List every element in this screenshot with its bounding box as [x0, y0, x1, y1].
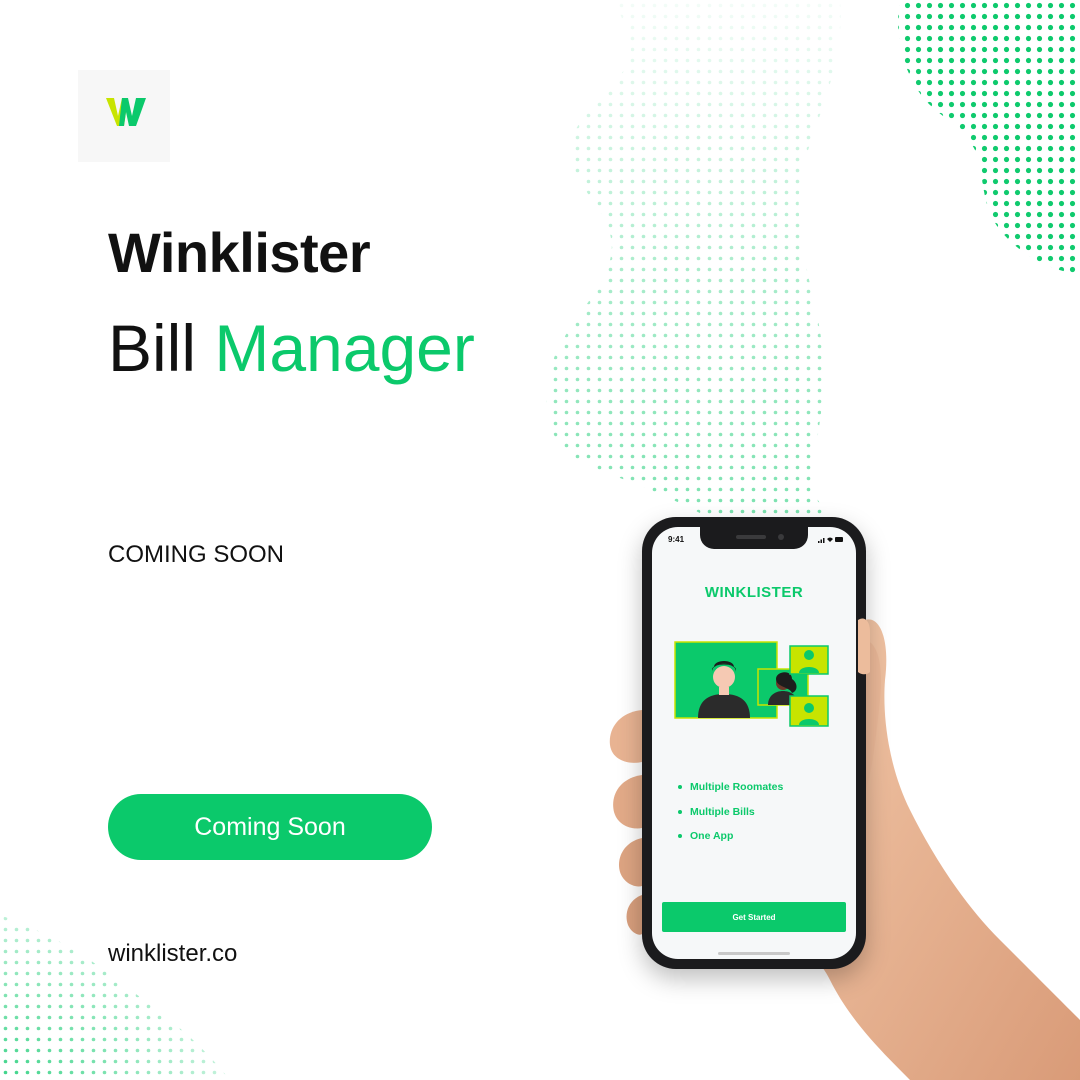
winklister-logo-icon — [106, 98, 146, 126]
status-bar-icons — [818, 537, 843, 543]
logo — [78, 70, 170, 162]
list-item: Multiple Bills — [678, 800, 783, 825]
headline-word-manager: Manager — [214, 311, 475, 385]
coming-soon-label: COMING SOON — [108, 541, 285, 568]
phone-notch — [700, 527, 808, 549]
app-title: WINKLISTER — [704, 584, 804, 601]
speaker-grille — [736, 535, 766, 539]
home-indicator — [718, 952, 790, 955]
list-item: One App — [678, 824, 783, 849]
thumb-image — [858, 618, 870, 675]
status-time: 9:41 — [668, 535, 685, 544]
get-started-button[interactable]: Get Started — [662, 902, 846, 932]
brand-title: Winklister — [108, 221, 371, 284]
phone-mockup: 9:41 WINKLISTER Multiple Roomates Multip… — [642, 517, 866, 969]
bullet-icon — [678, 785, 682, 790]
bullet-icon — [678, 809, 682, 814]
feature-list: Multiple Roomates Multiple Bills One App — [678, 775, 783, 849]
list-item: Multiple Roomates — [678, 775, 783, 800]
coming-soon-button[interactable]: Coming Soon — [108, 794, 432, 860]
headline-word-bill: Bill — [108, 311, 197, 385]
bullet-icon — [678, 834, 682, 839]
phone-screen: 9:41 WINKLISTER Multiple Roomates Multip… — [652, 527, 856, 959]
headline: Bill Manager — [108, 310, 475, 386]
camera-icon — [778, 534, 784, 540]
signal-wifi-battery-icons — [818, 536, 844, 545]
video-call-illustration — [674, 641, 829, 727]
website-link[interactable]: winklister.co — [108, 940, 237, 968]
